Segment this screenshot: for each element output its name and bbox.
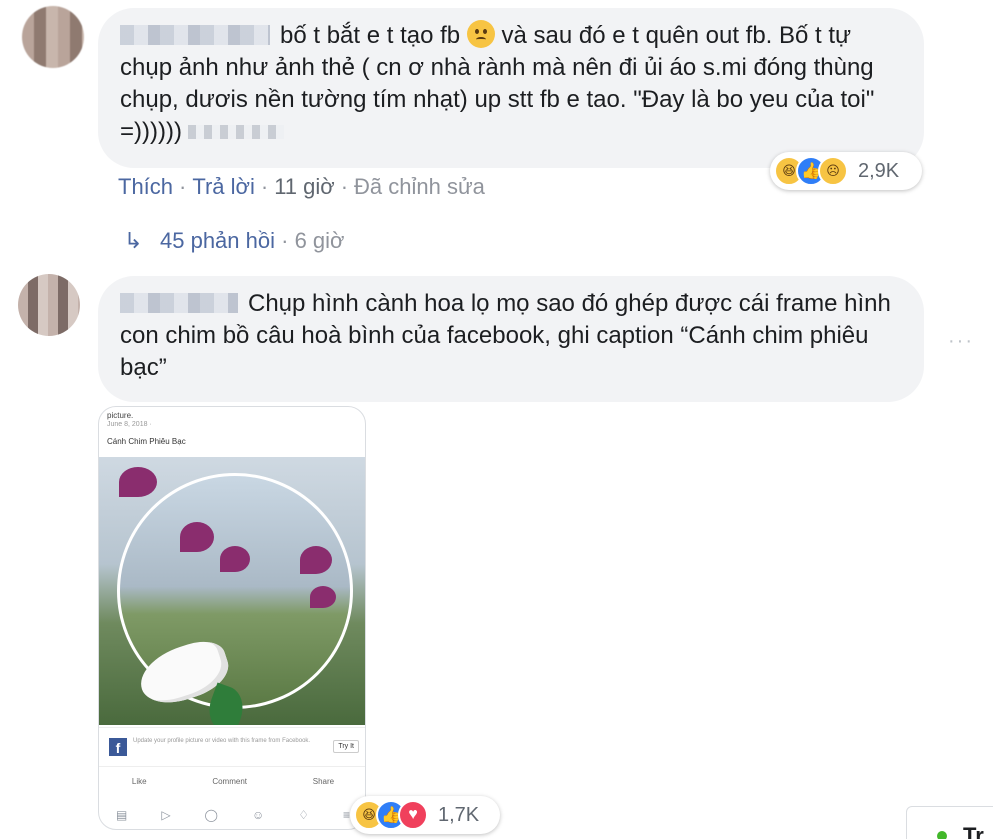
confused-face-icon: [466, 20, 495, 48]
comment-bubble-2: Chụp hình cành hoa lọ mọ sao đó ghép đượ…: [98, 276, 924, 402]
commenter-name-blurred[interactable]: [120, 25, 270, 45]
news-feed-icon: ▤: [115, 808, 128, 822]
commenter-name-blurred[interactable]: [120, 293, 238, 313]
comment-image-attachment[interactable]: picture. June 8, 2018 · Cánh Chim Phiêu …: [98, 406, 366, 830]
commenter-avatar-2[interactable]: [18, 274, 80, 336]
edited-label: Đã chỉnh sửa: [354, 174, 485, 199]
reply-link[interactable]: Trả lời: [192, 174, 255, 199]
post-header: picture. June 8, 2018 ·: [107, 411, 152, 428]
comment-bubble-1: bố t bắt e t tạo fb và sau đó e t quên o…: [98, 8, 924, 168]
comment-text-1a: bố t bắt e t tạo fb: [280, 22, 461, 49]
reaction-count: 2,9K: [858, 159, 900, 182]
groups-icon: ☺: [251, 808, 265, 822]
reactions-summary-1[interactable]: 😆 👍 ☹ 2,9K: [770, 152, 922, 190]
watch-icon: ▷: [161, 808, 171, 822]
like-link[interactable]: Thích: [118, 174, 173, 199]
view-replies-link[interactable]: ↳ 45 phản hồi · 6 giờ: [124, 228, 344, 254]
more-options-icon[interactable]: ···: [948, 330, 974, 353]
reactions-summary-2[interactable]: 😆 👍 ♥ 1,7K: [350, 796, 500, 834]
post-photo: [99, 457, 365, 725]
replies-count[interactable]: 45 phản hồi: [160, 228, 275, 253]
blurred-text: [187, 125, 284, 139]
online-status-icon: [937, 831, 947, 839]
reaction-count: 1,7K: [438, 803, 480, 826]
sad-reaction-icon: ☹: [818, 156, 848, 186]
frame-text: Update your profile picture or video wit…: [133, 738, 311, 744]
poster-name: picture.: [107, 411, 134, 420]
menu-icon: ≡: [342, 808, 350, 822]
post-share: Share: [312, 777, 335, 786]
comment-actions-1: Thích · Trả lời · 11 giờ · Đã chỉnh sửa: [118, 174, 485, 199]
notifications-icon: ♢: [298, 808, 309, 822]
frame-promo: f Update your profile picture or video w…: [99, 727, 365, 767]
reply-arrow-icon: ↳: [124, 228, 143, 253]
post-actions: Like Comment Share: [99, 777, 365, 799]
love-reaction-icon: ♥: [398, 800, 428, 830]
post-comment: Comment: [212, 777, 247, 786]
post-like: Like: [131, 777, 147, 786]
post-date: June 8, 2018 ·: [107, 421, 152, 428]
facebook-icon: f: [109, 738, 127, 756]
try-it-button: Try It: [333, 740, 359, 753]
commenter-avatar-1[interactable]: [22, 6, 84, 68]
post-caption: Cánh Chim Phiêu Bạc: [107, 437, 186, 446]
chat-tray[interactable]: Tr: [906, 806, 993, 839]
comment-time[interactable]: 11 giờ: [274, 174, 335, 199]
mobile-nav-bar: ▤ ▷ ◯ ☺ ♢ ≡: [99, 803, 365, 827]
profile-icon: ◯: [204, 808, 218, 822]
chat-tray-label: Tr: [963, 823, 984, 839]
replies-time: 6 giờ: [294, 228, 345, 253]
